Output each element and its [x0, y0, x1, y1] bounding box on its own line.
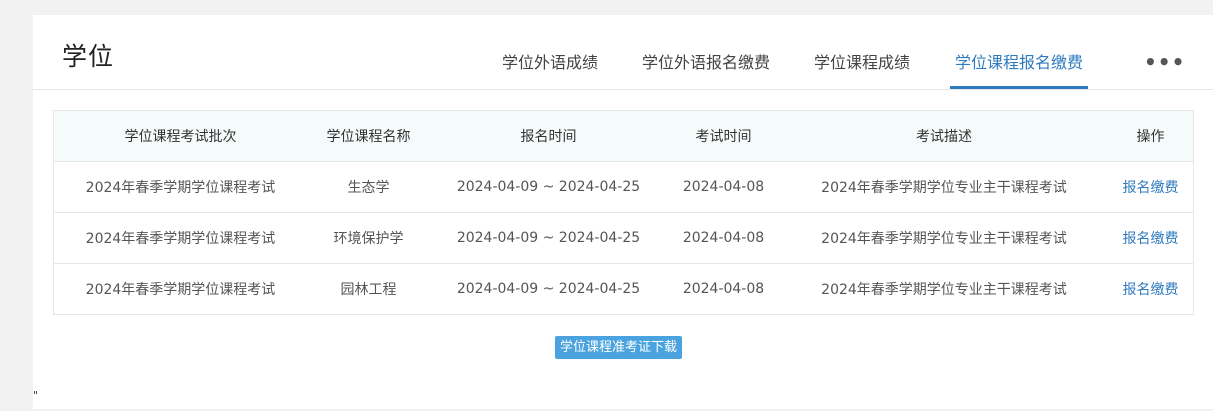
register-pay-link[interactable]: 报名缴费: [1123, 180, 1179, 196]
cell-registration-time: 2024-04-09 ~ 2024-04-25: [456, 178, 641, 195]
table-row: 2024年春季学期学位课程考试 园林工程 2024-04-09 ~ 2024-0…: [54, 263, 1193, 314]
tab-degree-course-registration[interactable]: 学位课程报名缴费: [955, 49, 1083, 73]
cell-batch: 2024年春季学期学位课程考试: [85, 281, 276, 298]
table-row: 2024年春季学期学位课程考试 生态学 2024-04-09 ~ 2024-04…: [54, 161, 1193, 212]
cell-action: 报名缴费: [1108, 212, 1193, 263]
cell-description: 2024年春季学期学位专业主干课程考试: [821, 281, 1067, 298]
cell-batch: 2024年春季学期学位课程考试: [85, 230, 276, 247]
tab-degree-foreign-language-score[interactable]: 学位外语成绩: [502, 49, 598, 73]
register-pay-link[interactable]: 报名缴费: [1123, 231, 1179, 247]
table-header-row: 学位课程考试批次 学位课程名称 报名时间 考试时间 考试描述 操作: [54, 111, 1193, 161]
cell-course: 园林工程: [340, 281, 397, 298]
column-header-exam-time: 考试时间: [695, 128, 752, 145]
cell-exam-time: 2024-04-08: [682, 280, 765, 297]
registration-table: 学位课程考试批次 学位课程名称 报名时间 考试时间 考试描述 操作 2024年春…: [53, 110, 1194, 315]
table-row: 2024年春季学期学位课程考试 环境保护学 2024-04-09 ~ 2024-…: [54, 212, 1193, 263]
register-pay-link[interactable]: 报名缴费: [1123, 282, 1179, 298]
cell-exam-time: 2024-04-08: [682, 229, 765, 246]
cell-registration-time: 2024-04-09 ~ 2024-04-25: [456, 229, 641, 246]
cell-description: 2024年春季学期学位专业主干课程考试: [821, 230, 1067, 247]
tab-degree-foreign-language-registration[interactable]: 学位外语报名缴费: [642, 49, 770, 73]
cell-action: 报名缴费: [1108, 263, 1193, 314]
column-header-batch: 学位课程考试批次: [124, 128, 237, 145]
column-header-action: 操作: [1136, 128, 1165, 145]
main-card: 学位 学位外语成绩 学位外语报名缴费 学位课程成绩 学位课程报名缴费 ••• 学…: [33, 15, 1213, 409]
column-header-registration-time: 报名时间: [520, 128, 577, 145]
cell-batch: 2024年春季学期学位课程考试: [85, 179, 276, 196]
more-icon[interactable]: •••: [1144, 50, 1185, 74]
admission-ticket-download-button[interactable]: 学位课程准考证下载: [555, 336, 683, 359]
cell-action: 报名缴费: [1108, 161, 1193, 212]
cell-course: 生态学: [347, 179, 390, 196]
column-header-description: 考试描述: [916, 128, 972, 145]
cell-registration-time: 2024-04-09 ~ 2024-04-25: [456, 280, 641, 297]
cell-course: 环境保护学: [333, 230, 404, 247]
tab-bar: 学位外语成绩 学位外语报名缴费 学位课程成绩 学位课程报名缴费 •••: [33, 15, 1213, 89]
active-tab-indicator: [950, 86, 1088, 89]
cell-description: 2024年春季学期学位专业主干课程考试: [821, 179, 1067, 196]
stray-quote-mark: ": [33, 389, 39, 402]
tab-degree-course-score[interactable]: 学位课程成绩: [814, 49, 910, 73]
page-header: 学位 学位外语成绩 学位外语报名缴费 学位课程成绩 学位课程报名缴费 •••: [33, 15, 1213, 90]
column-header-course: 学位课程名称: [326, 128, 411, 145]
cell-exam-time: 2024-04-08: [682, 178, 765, 195]
